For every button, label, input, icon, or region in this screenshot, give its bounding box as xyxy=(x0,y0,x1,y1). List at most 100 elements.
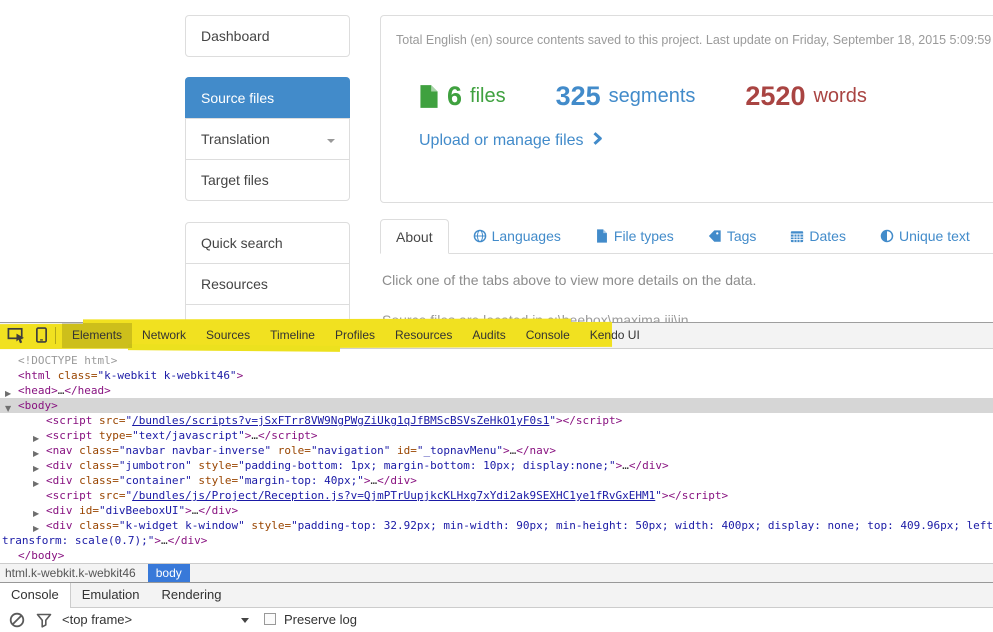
tab-content-text: Click one of the tabs above to view more… xyxy=(382,272,756,288)
filter-icon[interactable] xyxy=(36,612,52,628)
preserve-log-checkbox[interactable] xyxy=(264,613,276,625)
resource-link[interactable]: /bundles/js/Project/Reception.js?v=QjmPT… xyxy=(132,489,655,502)
globe-icon xyxy=(473,229,487,243)
console-toolbar: <top frame> Preserve log xyxy=(0,608,993,632)
code-token: "navbar navbar-inverse" xyxy=(119,444,271,457)
drawer-tab-emulation[interactable]: Emulation xyxy=(71,583,151,607)
upload-manage-files-link[interactable]: Upload or manage files xyxy=(419,132,602,150)
code-token: … xyxy=(622,459,629,472)
devtools-dom-node[interactable]: ▶<script type="text/javascript">…</scrip… xyxy=(0,428,993,443)
code-token: class= xyxy=(73,459,119,472)
code-token: id= xyxy=(73,504,100,517)
tab-label: About xyxy=(396,229,433,245)
tab-label: File types xyxy=(614,228,674,244)
code-token: "navigation" xyxy=(311,444,390,457)
code-token: <script xyxy=(46,489,92,502)
sidebar-item-target-files[interactable]: Target files xyxy=(186,159,349,200)
breadcrumb-html-node[interactable]: html.k-webkit.k-webkit46 xyxy=(0,564,140,582)
devtools-dom-node[interactable]: <script src="/bundles/scripts?v=jSxFTrr8… xyxy=(0,413,993,428)
code-token: <head> xyxy=(18,384,58,397)
devtools-dom-node[interactable]: transform: scale(0.7);">…</div> xyxy=(0,533,993,548)
drawer-tab-console[interactable]: Console xyxy=(0,583,71,608)
code-token: </script> xyxy=(258,429,318,442)
tab-unique-text[interactable]: Unique text xyxy=(870,219,980,253)
code-token: <nav xyxy=(46,444,73,457)
devtools-tab-network[interactable]: Network xyxy=(132,323,196,348)
tab-languages[interactable]: Languages xyxy=(463,219,571,253)
tab-dates[interactable]: Dates xyxy=(780,219,856,253)
devtools-dom-node[interactable]: ▶<div class="jumbotron" style="padding-b… xyxy=(0,458,993,473)
sidebar-item-label: Translation xyxy=(201,131,270,147)
sidebar-dashboard-card: Dashboard xyxy=(185,15,350,57)
devtools-dom-node[interactable]: ▶<nav class="navbar navbar-inverse" role… xyxy=(0,443,993,458)
code-token: "text/javascript" xyxy=(132,429,245,442)
code-token: "k-webkit k-webkit46" xyxy=(97,369,236,382)
code-token: "k-widget k-window" xyxy=(119,519,245,532)
stat-value: 6 xyxy=(447,81,462,112)
chevron-down-icon[interactable] xyxy=(241,618,249,623)
sidebar-item-quick-search[interactable]: Quick search xyxy=(186,223,349,263)
devtools-tab-timeline[interactable]: Timeline xyxy=(260,323,325,348)
stat-segments: 325segments xyxy=(556,81,696,112)
devtools-dom-node[interactable]: <script src="/bundles/js/Project/Recepti… xyxy=(0,488,993,503)
resource-link[interactable]: /bundles/scripts?v=jSxFTrr8VW9NgPWgZiUkg… xyxy=(132,414,549,427)
code-token: style= xyxy=(192,459,238,472)
tab-tags[interactable]: Tags xyxy=(698,219,767,253)
sidebar-item-source-files[interactable]: Source files xyxy=(185,77,350,118)
tab-label: Languages xyxy=(492,228,561,244)
calendar-icon xyxy=(790,229,804,243)
code-token: … xyxy=(251,429,258,442)
screen: Dashboard Source files Translation Target … xyxy=(0,0,993,632)
app-page: Dashboard Source files Translation Target … xyxy=(0,0,993,322)
code-token: "margin-top: 40px;" xyxy=(238,474,364,487)
devtools-dom-node[interactable]: ▶<head>…</head> xyxy=(0,383,993,398)
chevron-down-icon xyxy=(327,139,335,143)
tags-icon xyxy=(708,229,722,243)
code-token: </div> xyxy=(198,504,238,517)
tab-about[interactable]: About xyxy=(380,219,449,254)
code-token: > xyxy=(503,444,510,457)
devtools-dom-node[interactable]: ▼<body> xyxy=(0,398,993,413)
devtools-toolbar-icons xyxy=(7,326,48,344)
breadcrumb-body-node[interactable]: body xyxy=(148,564,190,582)
code-token: > xyxy=(237,369,244,382)
half-circle-icon xyxy=(880,229,894,243)
code-token: </nav> xyxy=(516,444,556,457)
devtools-tab-console[interactable]: Console xyxy=(516,323,580,348)
clear-console-icon[interactable] xyxy=(9,612,25,628)
code-token: "_topnavMenu" xyxy=(417,444,503,457)
devtools-tab-resources[interactable]: Resources xyxy=(385,323,462,348)
devtools-tab-kendo-ui[interactable]: Kendo UI xyxy=(580,323,650,348)
devtools-tab-profiles[interactable]: Profiles xyxy=(325,323,385,348)
devtools-dom-node[interactable]: ▶<div id="divBeeboxUI">…</div> xyxy=(0,503,993,518)
tab-file-types[interactable]: File types xyxy=(585,219,684,253)
summary-panel: Total English (en) source contents saved… xyxy=(380,15,993,203)
devtools-dom-node[interactable]: <!DOCTYPE html> xyxy=(0,353,993,368)
devtools-code-tree: <!DOCTYPE html><html class="k-webkit k-w… xyxy=(0,349,993,563)
devtools-dom-node[interactable]: ▶<div class="k-widget k-window" style="p… xyxy=(0,518,993,533)
devtools-tab-audits[interactable]: Audits xyxy=(462,323,515,348)
stat-value: 325 xyxy=(556,81,601,112)
devtools-tabs: ElementsNetworkSourcesTimelineProfilesRe… xyxy=(62,323,650,348)
sidebar-item-translation[interactable]: Translation xyxy=(186,118,349,159)
devtools-dom-node[interactable]: </body> xyxy=(0,548,993,563)
stat-label: files xyxy=(470,85,506,108)
devtools-dom-node[interactable]: <html class="k-webkit k-webkit46"> xyxy=(0,368,993,383)
device-mode-icon[interactable] xyxy=(35,326,48,344)
devtools-tab-elements[interactable]: Elements xyxy=(62,323,132,348)
sidebar-item-label: Quick search xyxy=(201,235,283,251)
devtools-tab-sources[interactable]: Sources xyxy=(196,323,260,348)
code-token: </div> xyxy=(377,474,417,487)
code-token: src= xyxy=(92,414,125,427)
devtools-dom-node[interactable]: ▶<div class="container" style="margin-to… xyxy=(0,473,993,488)
sidebar-item-label: Target files xyxy=(201,172,269,188)
sidebar-item-dashboard[interactable]: Dashboard xyxy=(186,16,349,56)
code-token: class= xyxy=(73,444,119,457)
drawer-tab-rendering[interactable]: Rendering xyxy=(151,583,233,607)
frame-context-select[interactable]: <top frame> xyxy=(62,612,132,627)
code-token: </body> xyxy=(18,549,64,562)
code-token: "padding-bottom: 1px; margin-bottom: 10p… xyxy=(238,459,616,472)
inspect-element-icon[interactable] xyxy=(7,326,26,344)
tab-label: Tags xyxy=(727,228,757,244)
sidebar-item-resources[interactable]: Resources xyxy=(186,263,349,304)
